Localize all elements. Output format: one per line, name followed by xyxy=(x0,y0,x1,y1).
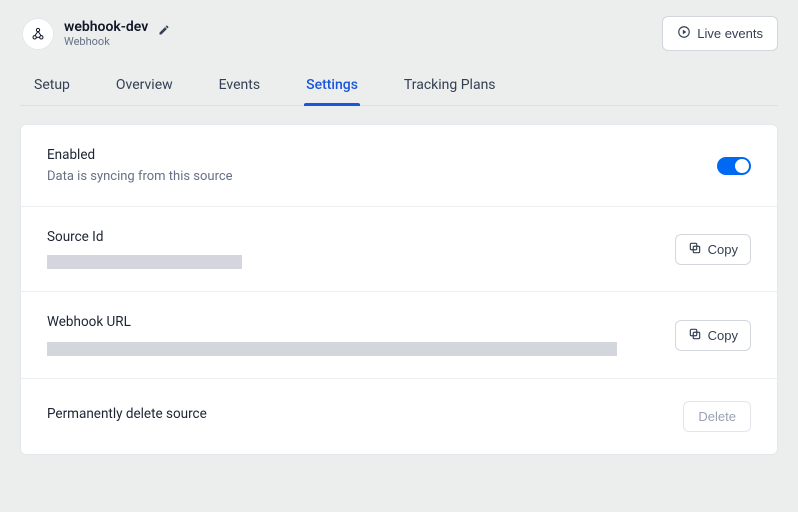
copy-label: Copy xyxy=(708,242,738,257)
copy-source-id-button[interactable]: Copy xyxy=(675,234,751,265)
settings-card: Enabled Data is syncing from this source… xyxy=(20,124,778,455)
edit-title-icon[interactable] xyxy=(158,21,170,33)
source-id-value xyxy=(47,255,242,269)
webhook-url-value xyxy=(47,342,617,356)
tab-bar: Setup Overview Events Settings Tracking … xyxy=(20,69,778,106)
page-title: webhook-dev xyxy=(64,19,148,35)
live-events-label: Live events xyxy=(697,26,763,41)
webhook-url-label: Webhook URL xyxy=(47,314,675,330)
play-icon xyxy=(677,25,691,42)
live-events-button[interactable]: Live events xyxy=(662,16,778,51)
copy-label: Copy xyxy=(708,328,738,343)
copy-icon xyxy=(688,241,702,258)
delete-button[interactable]: Delete xyxy=(683,401,751,432)
title-block: webhook-dev Webhook xyxy=(64,19,170,48)
copy-icon xyxy=(688,327,702,344)
tab-tracking-plans[interactable]: Tracking Plans xyxy=(404,69,496,105)
section-delete: Permanently delete source Delete xyxy=(21,379,777,454)
section-source-id: Source Id Copy xyxy=(21,207,777,292)
enabled-label: Enabled xyxy=(47,147,717,163)
enabled-description: Data is syncing from this source xyxy=(47,169,717,184)
delete-label: Permanently delete source xyxy=(47,406,683,422)
tab-overview[interactable]: Overview xyxy=(116,69,173,105)
source-id-label: Source Id xyxy=(47,229,675,245)
copy-webhook-url-button[interactable]: Copy xyxy=(675,320,751,351)
section-webhook-url: Webhook URL Copy xyxy=(21,292,777,379)
webhook-icon xyxy=(22,18,54,50)
tab-settings[interactable]: Settings xyxy=(306,69,358,105)
page-subtitle: Webhook xyxy=(64,35,170,48)
section-enabled: Enabled Data is syncing from this source xyxy=(21,125,777,207)
page-header: webhook-dev Webhook Live events xyxy=(20,10,778,69)
toggle-knob xyxy=(735,159,749,173)
tab-events[interactable]: Events xyxy=(219,69,260,105)
tab-setup[interactable]: Setup xyxy=(34,69,70,105)
enabled-toggle[interactable] xyxy=(717,157,751,175)
